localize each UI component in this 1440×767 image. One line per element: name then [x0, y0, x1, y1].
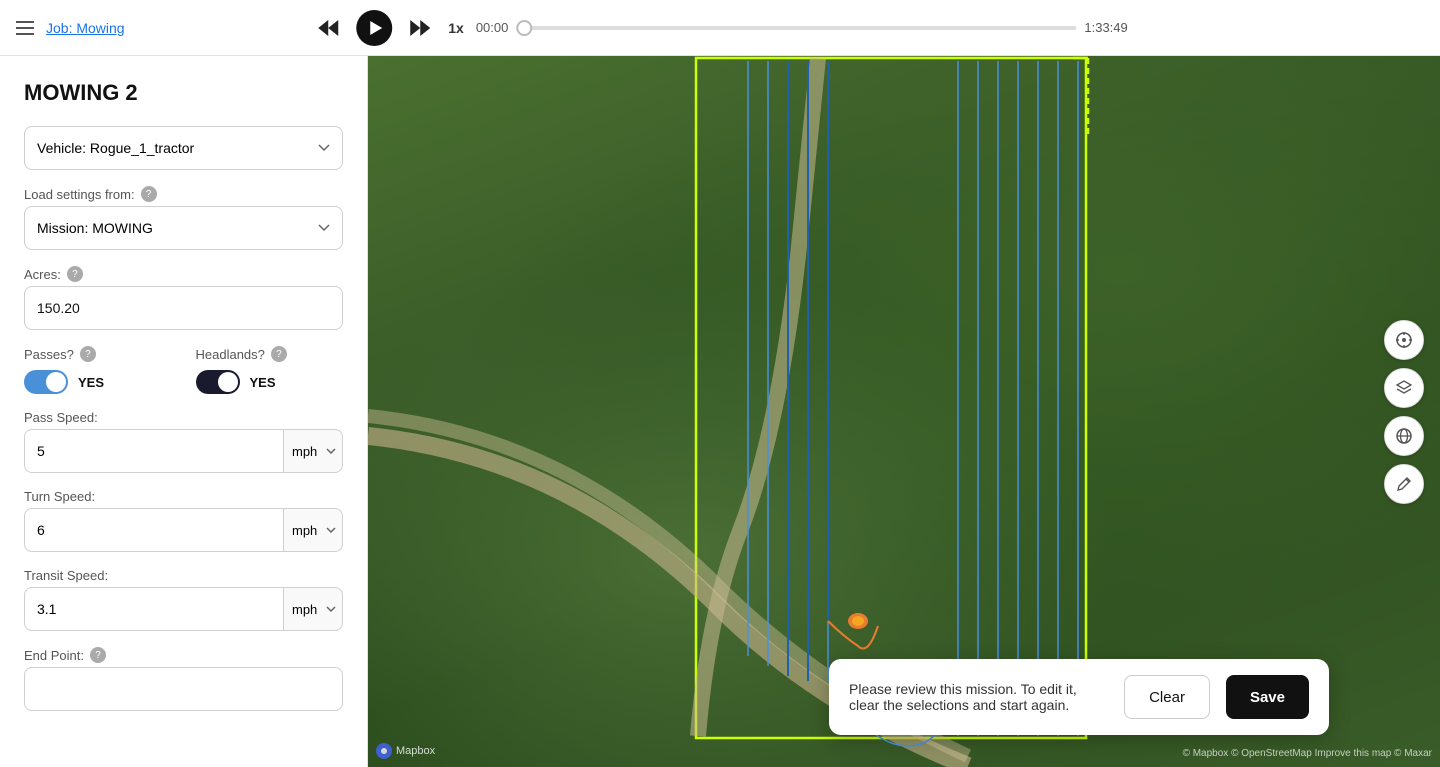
- timeline: 00:00 1:33:49: [476, 20, 1128, 35]
- end-point-help-icon[interactable]: ?: [90, 647, 106, 663]
- end-point-input[interactable]: [24, 667, 343, 711]
- passes-toggle-row: YES: [24, 370, 172, 394]
- map-copyright: © Mapbox © OpenStreetMap Improve this ma…: [1183, 748, 1432, 759]
- headlands-toggle-label: YES: [250, 375, 276, 390]
- transit-speed-label: Transit Speed:: [24, 568, 343, 583]
- timeline-track[interactable]: [516, 26, 1076, 30]
- end-point-label: End Point: ?: [24, 647, 343, 663]
- transit-speed-input[interactable]: [24, 587, 283, 631]
- pass-speed-group: Pass Speed: mphkph: [24, 410, 343, 473]
- transit-speed-unit-select[interactable]: mphkph: [283, 587, 343, 631]
- load-settings-group: Load settings from: ? Mission: MOWING: [24, 186, 343, 250]
- clear-button[interactable]: Clear: [1124, 675, 1210, 719]
- fastforward-button[interactable]: [404, 14, 436, 42]
- passes-toggle-thumb: [46, 372, 66, 392]
- location-button[interactable]: [1384, 320, 1424, 360]
- vehicle-select[interactable]: Vehicle: Rogue_1_tractor: [24, 126, 343, 170]
- playback-controls: 1x 00:00 1:33:49: [312, 10, 1128, 46]
- acres-group: Acres: ?: [24, 266, 343, 330]
- layers-button[interactable]: [1384, 368, 1424, 408]
- map-controls: [1384, 320, 1424, 504]
- load-settings-label: Load settings from: ?: [24, 186, 343, 202]
- headlands-toggle[interactable]: [196, 370, 240, 394]
- headlands-label: Headlands? ?: [196, 346, 344, 362]
- playback-speed[interactable]: 1x: [448, 20, 464, 36]
- transit-speed-group: Transit Speed: mphkph: [24, 568, 343, 631]
- passes-label: Passes? ?: [24, 346, 172, 362]
- toggles-row: Passes? ? YES Headlands? ?: [24, 346, 343, 394]
- turn-speed-input-row: mphkph: [24, 508, 343, 552]
- time-end: 1:33:49: [1084, 20, 1127, 35]
- pass-speed-input-row: mphkph: [24, 429, 343, 473]
- rewind-button[interactable]: [312, 14, 344, 42]
- end-point-group: End Point: ?: [24, 647, 343, 711]
- turn-speed-label: Turn Speed:: [24, 489, 343, 504]
- passes-toggle[interactable]: [24, 370, 68, 394]
- review-toast: Please review this mission. To edit it, …: [829, 659, 1329, 735]
- review-message: Please review this mission. To edit it, …: [849, 681, 1108, 713]
- pass-speed-input[interactable]: [24, 429, 283, 473]
- save-button[interactable]: Save: [1226, 675, 1309, 719]
- job-title[interactable]: Job: Mowing: [46, 20, 125, 36]
- map-area[interactable]: Please review this mission. To edit it, …: [368, 56, 1440, 767]
- globe-button[interactable]: [1384, 416, 1424, 456]
- mapbox-logo: Mapbox: [376, 743, 435, 759]
- topbar: Job: Mowing 1x 00:00 1:33:49: [0, 0, 1440, 56]
- acres-help-icon[interactable]: ?: [67, 266, 83, 282]
- timeline-thumb[interactable]: [516, 20, 532, 36]
- headlands-group: Headlands? ? YES: [196, 346, 344, 394]
- time-current: 00:00: [476, 20, 509, 35]
- acres-input[interactable]: [24, 286, 343, 330]
- transit-speed-input-row: mphkph: [24, 587, 343, 631]
- headlands-help-icon[interactable]: ?: [271, 346, 287, 362]
- map-satellite: Please review this mission. To edit it, …: [368, 56, 1440, 767]
- play-button[interactable]: [356, 10, 392, 46]
- vehicle-group: Vehicle: Rogue_1_tractor: [24, 126, 343, 170]
- mission-select[interactable]: Mission: MOWING: [24, 206, 343, 250]
- turn-speed-input[interactable]: [24, 508, 283, 552]
- passes-help-icon[interactable]: ?: [80, 346, 96, 362]
- passes-group: Passes? ? YES: [24, 346, 172, 394]
- pass-speed-label: Pass Speed:: [24, 410, 343, 425]
- page-title: MOWING 2: [24, 80, 343, 106]
- pass-speed-unit-select[interactable]: mphkph: [283, 429, 343, 473]
- headlands-toggle-row: YES: [196, 370, 344, 394]
- passes-toggle-label: YES: [78, 375, 104, 390]
- load-settings-help-icon[interactable]: ?: [141, 186, 157, 202]
- main-layout: MOWING 2 Vehicle: Rogue_1_tractor Load s…: [0, 56, 1440, 767]
- headlands-toggle-thumb: [218, 372, 238, 392]
- sidebar: MOWING 2 Vehicle: Rogue_1_tractor Load s…: [0, 56, 368, 767]
- turn-speed-unit-select[interactable]: mphkph: [283, 508, 343, 552]
- acres-label: Acres: ?: [24, 266, 343, 282]
- edit-button[interactable]: [1384, 464, 1424, 504]
- turn-speed-group: Turn Speed: mphkph: [24, 489, 343, 552]
- menu-icon[interactable]: [16, 21, 34, 35]
